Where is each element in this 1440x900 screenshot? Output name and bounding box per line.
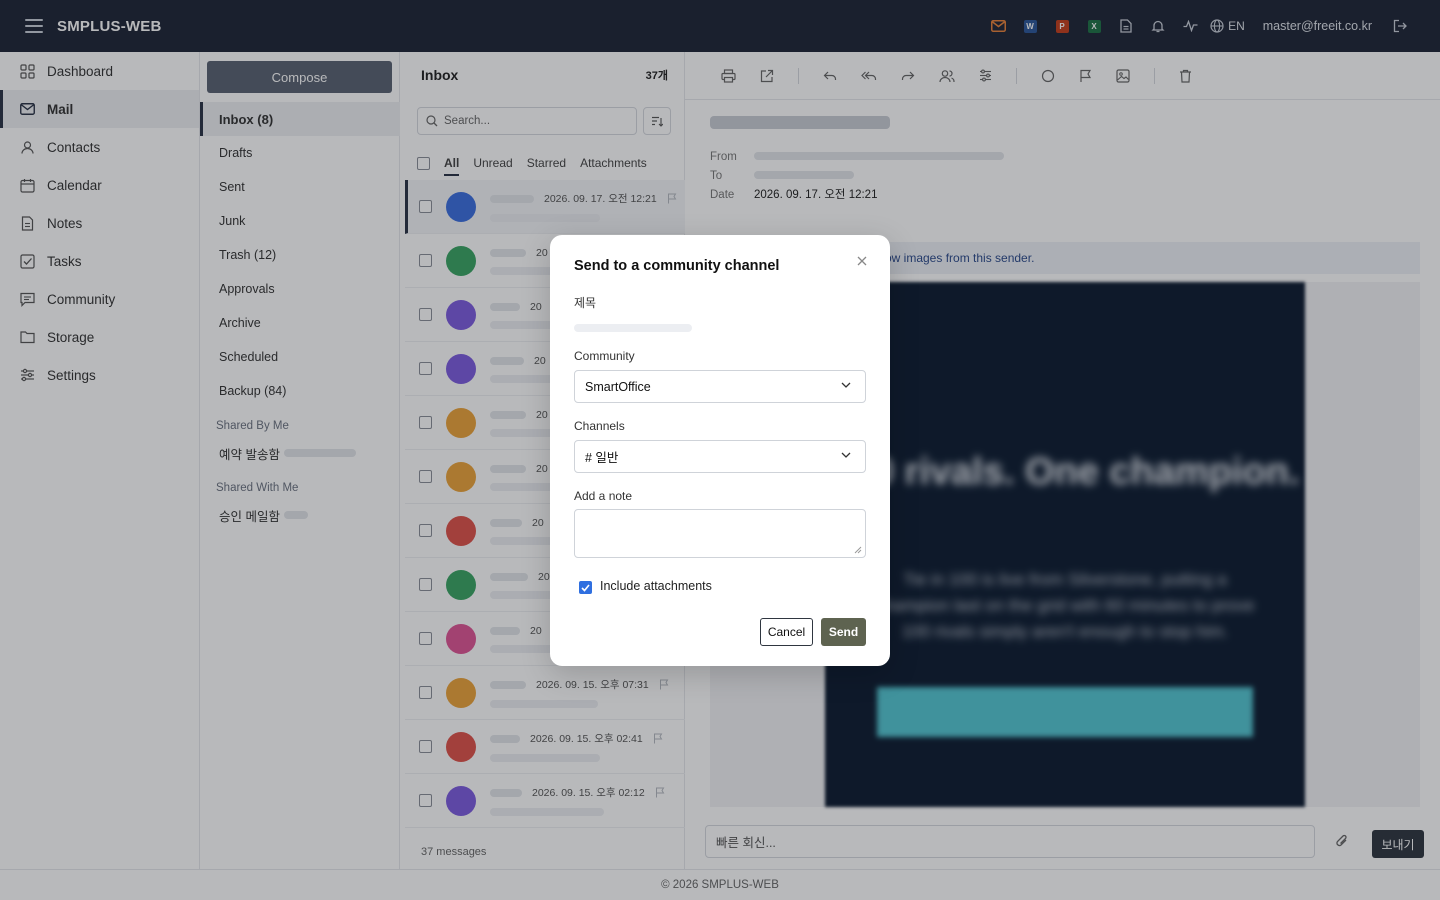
community-select[interactable]: SmartOffice — [574, 370, 866, 403]
send-button[interactable]: Send — [821, 618, 866, 646]
chevron-down-icon — [841, 382, 851, 388]
community-selected-value: SmartOffice — [585, 379, 651, 394]
note-label: Add a note — [574, 489, 633, 503]
check-icon — [581, 583, 590, 592]
include-attachments-label[interactable]: Include attachments — [600, 579, 712, 593]
dialog-title: Send to a community channel — [574, 258, 780, 274]
include-attachments-checkbox[interactable] — [579, 581, 592, 594]
community-label: Community — [574, 349, 635, 363]
cancel-button[interactable]: Cancel — [760, 618, 813, 646]
channels-label: Channels — [574, 419, 625, 433]
subject-value — [574, 320, 692, 335]
resize-handle-icon[interactable] — [854, 546, 862, 554]
chevron-down-icon — [841, 452, 851, 458]
channel-selected-value: # 일반 — [585, 451, 619, 465]
subject-label: 제목 — [574, 296, 597, 310]
close-icon[interactable] — [855, 254, 869, 268]
note-textarea[interactable] — [574, 509, 866, 558]
channel-select[interactable]: # 일반 — [574, 440, 866, 473]
send-to-community-dialog: Send to a community channel 제목 Community… — [550, 235, 890, 666]
